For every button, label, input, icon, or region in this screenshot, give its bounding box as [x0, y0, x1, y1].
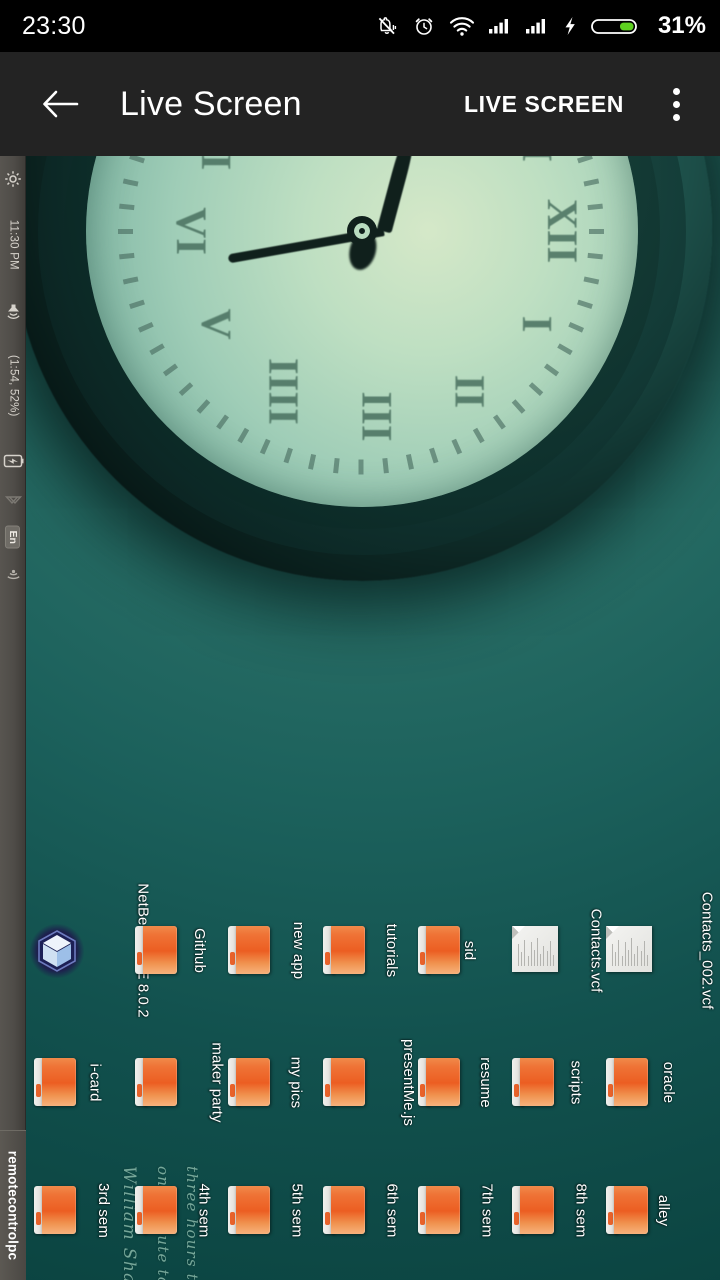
desktop-icon[interactable]: sid	[414, 896, 510, 1004]
phone-screen: 23:30 31% Live Screen LIVE SCREEN I II I…	[0, 0, 720, 1280]
document-icon	[508, 924, 558, 976]
folder-icon	[131, 1056, 181, 1108]
page-title: Live Screen	[120, 84, 302, 123]
folder-icon	[30, 1056, 80, 1108]
desktop-icon-label: sid	[461, 940, 479, 960]
desktop-icon-label: tutorials	[383, 923, 401, 977]
app-bar: Live Screen LIVE SCREEN	[0, 52, 720, 156]
folder-icon	[131, 1184, 181, 1236]
folder-icon	[30, 1184, 80, 1236]
taskbar-window-label: remotecontrolpc	[5, 1150, 21, 1261]
desktop-icon-label: 4th sem	[195, 1182, 213, 1238]
gear-icon	[5, 171, 21, 187]
battery-icon	[3, 454, 23, 468]
desktop-icon-label: 7th sem	[478, 1182, 496, 1238]
panel-clock-label: 11:30 PM	[7, 220, 20, 270]
desktop-icon-label: oracle	[660, 1061, 678, 1103]
desktop-icon-label: Contacts_002.vcf	[698, 891, 716, 1009]
desktop-icon[interactable]: scripts	[508, 1028, 604, 1136]
taskbar-window-button[interactable]: remotecontrolpc	[0, 1130, 26, 1280]
battery-percent: 31%	[657, 12, 706, 39]
back-arrow-icon	[43, 90, 79, 118]
desktop-icon[interactable]: Contacts_002.vcf	[602, 891, 715, 1009]
back-button[interactable]	[34, 77, 88, 131]
status-bar-icons: 31%	[375, 12, 706, 40]
desktop-icon[interactable]: oracle	[602, 1028, 698, 1136]
desktop-icon[interactable]: i-card	[30, 1028, 126, 1136]
status-bar-clock: 23:30	[22, 11, 86, 40]
desktop-icon-label: new app	[290, 921, 308, 979]
keyboard-layout[interactable]: En	[1, 522, 24, 552]
overflow-menu-icon[interactable]	[650, 76, 702, 132]
folder-icon	[224, 1056, 274, 1108]
folder-icon	[319, 1056, 369, 1108]
desktop-icon-label: 8th sem	[572, 1182, 590, 1238]
bluetooth-icon	[4, 496, 23, 505]
folder-icon	[224, 1184, 274, 1236]
desktop-icon-label: Github	[190, 927, 208, 973]
remote-desktop-viewport[interactable]: IIIIIIIIIIVVIVIIVIIIIXXXIXII three hours…	[0, 156, 720, 1280]
desktop-icon[interactable]: tutorials	[319, 896, 415, 1004]
folder-icon	[414, 1056, 464, 1108]
desktop-icon[interactable]: 3rd sem	[30, 1156, 126, 1264]
panel-clock[interactable]: 11:30 PM	[0, 202, 38, 288]
desktop-icon-label: my pics	[287, 1056, 305, 1108]
battery-status-label: (1:54, 52%)	[7, 355, 20, 417]
charging-bolt-icon	[565, 17, 575, 35]
desktop-icon[interactable]: new app	[224, 896, 320, 1004]
desktop-icon-label: 3rd sem	[94, 1182, 112, 1238]
unity-panel[interactable]: 11:30 PM (1:54, 52%) En remotecontrolpc	[0, 156, 26, 1280]
desktop-icon[interactable]: alley	[602, 1156, 698, 1264]
network-icon[interactable]	[6, 560, 20, 590]
folder-icon	[224, 924, 274, 976]
system-settings-icon[interactable]	[4, 164, 22, 194]
live-screen-action-button[interactable]: LIVE SCREEN	[460, 83, 628, 126]
desktop-icon-label: 6th sem	[383, 1182, 401, 1238]
folder-icon	[414, 1184, 464, 1236]
desktop-icon[interactable]: NetBeans IDE 8.0.2	[30, 883, 152, 1017]
folder-icon	[508, 1056, 558, 1108]
battery-icon[interactable]	[3, 446, 23, 476]
desktop-icon[interactable]: 5th sem	[224, 1156, 320, 1264]
desktop-icon-label: scripts	[567, 1059, 585, 1105]
battery-status[interactable]: (1:54, 52%)	[0, 334, 44, 438]
desktop-icon[interactable]: 4th sem	[131, 1156, 227, 1264]
folder-icon	[319, 1184, 369, 1236]
folder-icon	[602, 1184, 652, 1236]
bluetooth-icon[interactable]	[4, 484, 23, 514]
desktop-icon-grid: NetBeans IDE 8.0.2 Github new app tutorials…	[26, 156, 720, 1280]
desktop-icon[interactable]: 7th sem	[414, 1156, 510, 1264]
desktop-icon-label: alley	[655, 1194, 673, 1226]
alarm-icon	[415, 18, 433, 35]
netbeans-cube-icon	[30, 924, 84, 978]
wireless-icon	[6, 569, 20, 580]
desktop-icon[interactable]: my pics	[224, 1028, 320, 1136]
desktop-icon[interactable]: maker party	[131, 1028, 227, 1136]
folder-icon	[414, 924, 464, 976]
folder-icon	[319, 924, 369, 976]
desktop-icon[interactable]: Contacts.vcf	[508, 896, 604, 1004]
desktop-icon[interactable]: resume	[414, 1028, 510, 1136]
folder-icon	[508, 1184, 558, 1236]
wifi-icon	[449, 17, 475, 36]
desktop-icon[interactable]: Github	[131, 896, 227, 1004]
volume-icon[interactable]	[5, 296, 22, 326]
android-status-bar: 23:30 31%	[0, 0, 720, 52]
desktop-icon[interactable]: 8th sem	[508, 1156, 604, 1264]
desktop-icon-label: resume	[476, 1056, 494, 1108]
folder-icon	[131, 924, 181, 976]
folder-icon	[602, 1056, 652, 1108]
signal-sim1-icon	[488, 19, 508, 34]
document-icon	[602, 924, 652, 976]
battery-icon	[591, 19, 637, 34]
keyboard-layout-label: En	[5, 525, 21, 549]
desktop-icon-label: 5th sem	[288, 1182, 306, 1238]
volume-icon	[6, 304, 20, 319]
desktop-icon[interactable]: presentMe.js	[319, 1028, 417, 1136]
unity-indicator-stack: 11:30 PM (1:54, 52%) En	[0, 156, 26, 716]
desktop-icon-label: i-card	[86, 1062, 104, 1102]
desktop-icon[interactable]: 6th sem	[319, 1156, 415, 1264]
bell-mute-icon	[378, 17, 397, 35]
signal-sim2-icon	[525, 19, 545, 34]
